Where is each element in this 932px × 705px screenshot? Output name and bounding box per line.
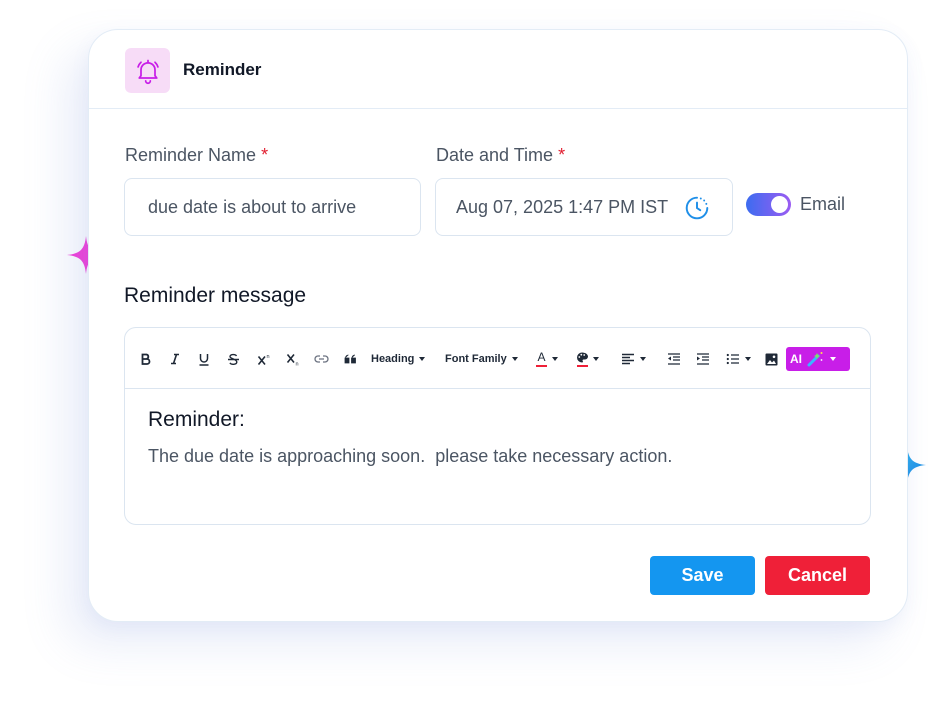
chevron-down-icon xyxy=(745,357,751,361)
underline-icon xyxy=(199,353,209,366)
date-time-label: Date and Time * xyxy=(436,145,565,166)
reminder-name-label-text: Reminder Name xyxy=(125,145,257,165)
reminder-name-value: due date is about to arrive xyxy=(148,196,357,217)
link-button[interactable] xyxy=(313,350,329,368)
bold-button[interactable] xyxy=(139,350,153,368)
cancel-button[interactable]: Cancel xyxy=(765,556,870,595)
chevron-down-icon xyxy=(593,357,599,361)
blockquote-button[interactable] xyxy=(343,350,357,368)
font-family-dropdown[interactable]: Font Family xyxy=(445,350,518,368)
list-dropdown[interactable] xyxy=(726,350,751,368)
ai-assist-button[interactable]: AI xyxy=(786,347,850,371)
clock-icon[interactable] xyxy=(684,195,710,221)
reminder-name-input[interactable]: due date is about to arrive xyxy=(124,178,421,236)
underline-button[interactable] xyxy=(197,350,211,368)
outdent-button[interactable] xyxy=(667,350,681,368)
chevron-down-icon xyxy=(552,357,558,361)
subscript-button[interactable]: n xyxy=(285,350,301,368)
bold-icon xyxy=(141,353,151,365)
insert-image-button[interactable] xyxy=(764,350,778,368)
italic-button[interactable] xyxy=(168,350,182,368)
heading-dropdown[interactable]: Heading xyxy=(371,350,426,368)
indent-icon xyxy=(697,353,709,365)
reminder-dialog: Reminder Reminder Name * Date and Time *… xyxy=(88,29,908,622)
quote-icon xyxy=(344,354,356,364)
chevron-down-icon xyxy=(830,357,836,361)
svg-text:n: n xyxy=(266,354,269,360)
svg-text:n: n xyxy=(295,361,298,366)
chevron-down-icon xyxy=(640,357,646,361)
email-toggle[interactable] xyxy=(746,193,791,216)
superscript-button[interactable]: n xyxy=(256,350,272,368)
date-time-value: Aug 07, 2025 1:47 PM IST xyxy=(456,196,669,217)
align-left-icon xyxy=(622,353,634,365)
font-family-dropdown-label: Font Family xyxy=(445,353,507,365)
chevron-down-icon xyxy=(419,357,426,361)
font-color-icon: A xyxy=(536,349,547,367)
ai-label: AI xyxy=(790,352,802,366)
reminder-message-title: Reminder message xyxy=(124,284,307,307)
strikethrough-button[interactable] xyxy=(226,350,240,368)
font-color-dropdown[interactable]: A xyxy=(536,350,558,368)
palette-icon xyxy=(576,352,588,367)
indent-button[interactable] xyxy=(696,350,710,368)
required-mark: * xyxy=(261,145,269,165)
align-dropdown[interactable] xyxy=(621,350,646,368)
subscript-icon: n xyxy=(286,353,298,366)
bell-icon xyxy=(136,59,159,84)
link-icon xyxy=(313,355,329,363)
toggle-knob xyxy=(771,196,788,213)
email-toggle-label: Email xyxy=(800,194,846,214)
italic-icon xyxy=(171,353,179,365)
chevron-down-icon xyxy=(511,357,518,361)
image-icon xyxy=(765,353,777,365)
editor-toolbar: n n Heading Font Family A AI xyxy=(125,328,870,389)
reminder-name-label: Reminder Name * xyxy=(125,145,268,166)
required-mark: * xyxy=(558,145,566,165)
content-heading: Reminder: xyxy=(148,408,245,431)
dialog-title: Reminder xyxy=(183,60,262,79)
content-body: The due date is approaching soon. please… xyxy=(148,446,673,466)
superscript-icon: n xyxy=(257,354,269,365)
date-time-input[interactable]: Aug 07, 2025 1:47 PM IST xyxy=(435,178,733,236)
bell-icon-box xyxy=(125,48,170,93)
highlight-color-dropdown[interactable] xyxy=(576,350,599,368)
dialog-header: Reminder xyxy=(89,30,907,109)
bullet-list-icon xyxy=(726,353,739,365)
save-button[interactable]: Save xyxy=(650,556,755,595)
strikethrough-icon xyxy=(227,353,239,365)
rich-text-editor: n n Heading Font Family A AI Reminder: T… xyxy=(124,327,871,525)
date-time-label-text: Date and Time xyxy=(436,145,554,165)
font-color-letter: A xyxy=(537,349,546,364)
magic-wand-icon xyxy=(807,352,823,367)
outdent-icon xyxy=(668,353,680,365)
heading-dropdown-label: Heading xyxy=(371,353,415,365)
editor-content[interactable]: Reminder: The due date is approaching so… xyxy=(148,408,672,467)
